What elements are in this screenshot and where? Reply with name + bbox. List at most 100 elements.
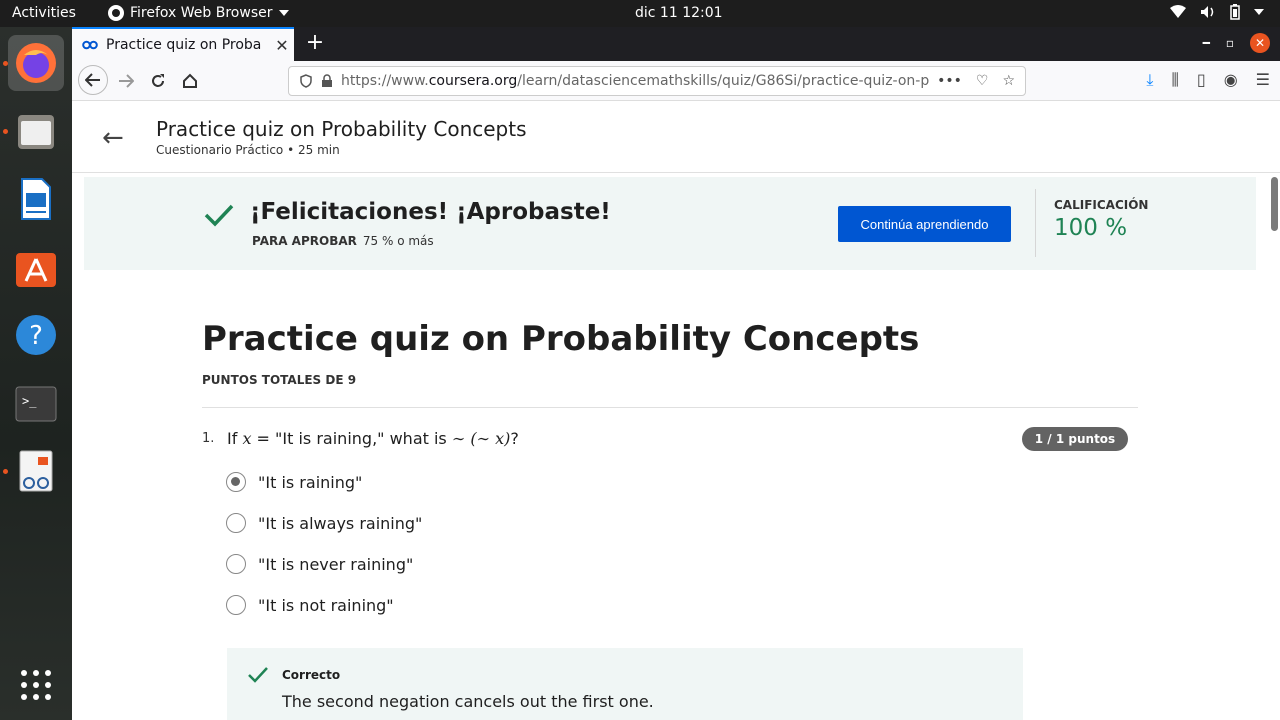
- downloads-icon[interactable]: ⤓: [1146, 70, 1153, 90]
- feedback-label: Correcto: [282, 668, 341, 682]
- minimize-icon[interactable]: ━: [1203, 36, 1210, 50]
- page-actions-icon[interactable]: •••: [937, 73, 962, 89]
- dock-software[interactable]: [8, 239, 64, 295]
- volume-icon: [1201, 6, 1214, 18]
- radio-button-selected[interactable]: [226, 472, 246, 492]
- dock-show-apps[interactable]: [8, 657, 64, 713]
- apps-grid-icon: [21, 670, 51, 700]
- dock: ? >_: [0, 27, 72, 720]
- option-label: "It is never raining": [258, 554, 414, 574]
- battery-icon: [1230, 4, 1240, 20]
- continue-learning-button[interactable]: Continúa aprendiendo: [838, 206, 1011, 242]
- dock-help[interactable]: ?: [8, 307, 64, 363]
- dock-files[interactable]: [8, 103, 64, 159]
- chevron-down-icon: [278, 10, 289, 16]
- back-button[interactable]: [78, 65, 108, 95]
- grade-value: 100 %: [1054, 215, 1128, 241]
- toolbar-right: ⤓ ⫼ ▯ ◉ ☰: [1146, 70, 1270, 90]
- forward-button[interactable]: [112, 67, 140, 95]
- sidebar-icon[interactable]: ▯: [1197, 70, 1206, 90]
- svg-text:?: ?: [29, 321, 43, 351]
- feedback-text: The second negation cancels out the firs…: [282, 692, 654, 711]
- close-tab-icon[interactable]: ✕: [270, 36, 294, 55]
- question-number: 1.: [202, 431, 215, 446]
- success-headline: ¡Felicitaciones! ¡Aprobaste!: [250, 199, 611, 225]
- shield-icon: [300, 74, 312, 88]
- lock-icon: [322, 74, 332, 87]
- maximize-icon[interactable]: ▫: [1226, 36, 1234, 50]
- close-window-icon[interactable]: ✕: [1250, 33, 1270, 53]
- running-indicator: [3, 469, 8, 474]
- app-menu[interactable]: Firefox Web Browser: [108, 5, 289, 21]
- home-button[interactable]: [176, 67, 204, 95]
- firefox-icon: [16, 43, 56, 83]
- chevron-down-icon: [1254, 9, 1264, 15]
- dock-writer[interactable]: [8, 171, 64, 227]
- terminal-icon: >_: [15, 386, 57, 422]
- question-text: If x = "It is raining," what is ∼ (∼ x)?: [227, 429, 519, 448]
- app-menu-label: Firefox Web Browser: [130, 5, 273, 21]
- help-icon: ?: [16, 315, 56, 355]
- page-header: ← Practice quiz on Probability Concepts …: [72, 101, 1280, 173]
- dock-reader[interactable]: [8, 443, 64, 499]
- pass-requirement: PARA APROBAR 75 % o más: [252, 234, 434, 248]
- running-indicator: [3, 129, 8, 134]
- divider: [202, 407, 1138, 408]
- reload-icon: [152, 74, 164, 87]
- tab-active[interactable]: Practice quiz on Probabil ✕: [72, 27, 294, 61]
- clock[interactable]: dic 11 12:01: [635, 5, 723, 21]
- scrollbar-thumb[interactable]: [1271, 177, 1278, 231]
- page-title: Practice quiz on Probability Concepts: [156, 117, 527, 141]
- menu-icon[interactable]: ☰: [1256, 70, 1270, 90]
- page-content: ← Practice quiz on Probability Concepts …: [72, 101, 1280, 720]
- option-label: "It is always raining": [258, 513, 423, 533]
- tab-bar: Practice quiz on Probabil ✕ + ━ ▫ ✕: [72, 27, 1280, 61]
- option-label: "It is not raining": [258, 595, 394, 615]
- scrollbar[interactable]: [1268, 175, 1280, 720]
- dock-terminal[interactable]: >_: [8, 375, 64, 431]
- svg-text:>_: >_: [22, 394, 37, 408]
- library-icon[interactable]: ⫼: [1172, 70, 1179, 90]
- back-arrow-icon[interactable]: ←: [102, 123, 124, 153]
- quiz-title: Practice quiz on Probability Concepts: [202, 319, 920, 359]
- url-bar[interactable]: https://www.coursera.org/learn/datascien…: [288, 66, 1026, 96]
- system-tray[interactable]: [1170, 4, 1264, 20]
- answer-option[interactable]: "It is never raining": [226, 554, 413, 574]
- arrow-left-icon: [85, 73, 100, 87]
- radio-button[interactable]: [226, 554, 246, 574]
- navigation-toolbar: https://www.coursera.org/learn/datascien…: [72, 61, 1280, 101]
- window-controls: ━ ▫ ✕: [1203, 33, 1270, 53]
- answer-option[interactable]: "It is not raining": [226, 595, 394, 615]
- new-tab-button[interactable]: +: [302, 31, 328, 57]
- running-indicator: [3, 61, 8, 66]
- result-banner: ¡Felicitaciones! ¡Aprobaste! PARA APROBA…: [84, 177, 1256, 270]
- radio-button[interactable]: [226, 513, 246, 533]
- app-store-icon: [16, 253, 56, 287]
- activities-button[interactable]: Activities: [12, 5, 76, 21]
- points-badge: 1 / 1 puntos: [1022, 427, 1128, 451]
- arrow-right-icon: [119, 74, 134, 88]
- feedback-box: Correcto The second negation cancels out…: [227, 648, 1023, 720]
- system-top-bar: Activities Firefox Web Browser dic 11 12…: [0, 0, 1280, 27]
- bookmark-star-icon[interactable]: ☆: [1002, 73, 1015, 89]
- url-text: https://www.coursera.org/learn/datascien…: [341, 73, 930, 89]
- dock-firefox[interactable]: [8, 35, 64, 91]
- check-icon: [248, 667, 268, 683]
- pocket-icon[interactable]: ♡: [976, 73, 989, 89]
- reload-button[interactable]: [144, 67, 172, 95]
- answer-option[interactable]: "It is raining": [226, 472, 362, 492]
- grade-label: CALIFICACIÓN: [1054, 198, 1149, 212]
- firefox-icon: [108, 5, 124, 21]
- coursera-favicon-icon: [82, 40, 98, 50]
- answer-option[interactable]: "It is always raining": [226, 513, 422, 533]
- document-viewer-icon: [19, 450, 53, 492]
- wifi-icon: [1170, 5, 1186, 18]
- option-label: "It is raining": [258, 472, 363, 492]
- radio-button[interactable]: [226, 595, 246, 615]
- check-icon: [204, 204, 234, 227]
- account-icon[interactable]: ◉: [1224, 70, 1238, 90]
- folder-icon: [18, 115, 54, 149]
- home-icon: [183, 73, 197, 88]
- tab-title: Practice quiz on Probabil: [106, 37, 262, 53]
- page-subtitle: Cuestionario Práctico • 25 min: [156, 143, 340, 157]
